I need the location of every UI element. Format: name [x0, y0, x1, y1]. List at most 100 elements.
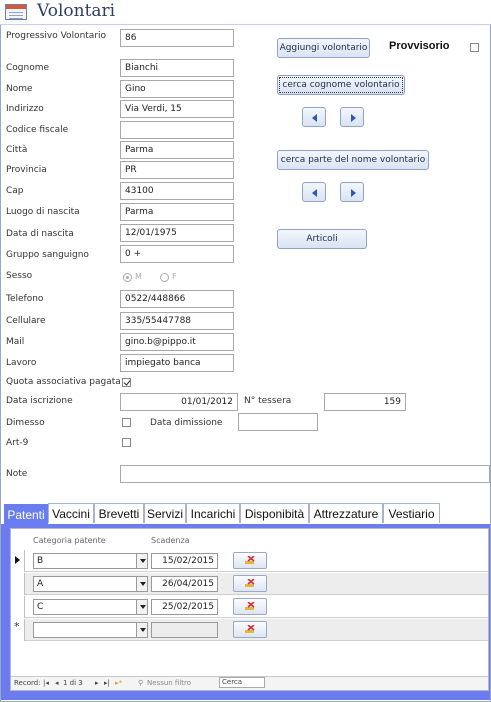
provincia-field[interactable]: PR [120, 161, 234, 179]
note-field[interactable] [120, 465, 490, 483]
current-record-icon [15, 556, 20, 564]
delete-row-button[interactable] [233, 552, 267, 569]
cellulare-field[interactable]: 335/55447788 [120, 312, 234, 330]
n-tessera-field[interactable]: 159 [324, 393, 406, 411]
citta-field[interactable]: Parma [120, 141, 234, 159]
categoria-combo[interactable]: B [33, 553, 148, 569]
new-record-icon: * [14, 620, 20, 633]
indirizzo-field[interactable]: Via Verdi, 15 [120, 100, 234, 118]
delete-icon [245, 556, 255, 564]
cerca-parte-nome-button[interactable]: cerca parte del nome volontario [277, 150, 429, 170]
label-data-iscrizione: Data iscrizione [6, 396, 73, 406]
delete-row-button[interactable] [233, 621, 267, 638]
arrow-left-icon [312, 189, 317, 197]
label-art9: Art-9 [6, 438, 29, 448]
cognome-field[interactable]: Bianchi [120, 59, 234, 77]
label-luogo-nascita: Luogo di nascita [6, 207, 80, 217]
search-input[interactable]: Cerca [219, 677, 265, 688]
tab-attrezzature[interactable]: Attrezzature [309, 503, 383, 523]
data-nascita-field[interactable]: 12/01/1975 [120, 224, 234, 242]
provvisorio-checkbox[interactable] [470, 43, 479, 52]
sesso-label-f: F [172, 272, 177, 281]
art9-checkbox[interactable] [122, 438, 131, 447]
luogo-nascita-field[interactable]: Parma [120, 203, 234, 221]
form-title: Volontari [37, 1, 116, 21]
categoria-value: C [37, 602, 44, 612]
table-row[interactable]: C 25/02/2015 [11, 596, 488, 618]
delete-row-button[interactable] [233, 575, 267, 592]
first-record-icon[interactable]: |◂ [43, 677, 49, 690]
gruppo-sanguigno-field[interactable]: 0 + [120, 245, 234, 263]
codice-fiscale-field[interactable] [120, 121, 234, 139]
nome-field[interactable]: Gino [120, 80, 234, 98]
tab-incarichi[interactable]: Incarichi [186, 503, 240, 523]
label-sesso: Sesso [6, 271, 33, 281]
scadenza-field[interactable] [151, 622, 218, 638]
tab-servizi[interactable]: Servizi [144, 503, 186, 523]
categoria-combo[interactable] [33, 622, 148, 638]
table-row[interactable]: B 15/02/2015 [11, 550, 488, 572]
cognome-prev-button[interactable] [302, 107, 326, 127]
record-selector[interactable] [11, 596, 25, 618]
cap-field[interactable]: 43100 [120, 182, 234, 200]
scadenza-field[interactable]: 26/04/2015 [151, 576, 218, 592]
sesso-radio-f[interactable] [160, 273, 169, 282]
cerca-cognome-button[interactable]: cerca cognome volontario [277, 75, 405, 95]
chevron-down-icon[interactable] [136, 554, 147, 568]
new-record-nav-icon[interactable]: ▸* [115, 677, 122, 690]
label-cap: Cap [6, 186, 24, 196]
delete-icon [245, 625, 255, 633]
lavoro-field[interactable]: impiegato banca [120, 354, 234, 372]
col-header-scadenza: Scadenza [151, 536, 190, 545]
label-quota: Quota associativa pagata [6, 377, 121, 387]
chevron-down-icon[interactable] [136, 623, 147, 637]
label-gruppo-sanguigno: Gruppo sanguigno [6, 250, 89, 260]
quota-checkbox[interactable] [122, 378, 131, 387]
data-iscrizione-field[interactable]: 01/01/2012 [120, 393, 238, 411]
categoria-combo[interactable]: C [33, 599, 148, 615]
record-selector[interactable] [11, 573, 25, 595]
telefono-field[interactable]: 0522/448866 [120, 290, 234, 308]
label-lavoro: Lavoro [6, 358, 37, 368]
tab-brevetti[interactable]: Brevetti [94, 503, 144, 523]
arrow-right-icon [351, 189, 356, 197]
categoria-combo[interactable]: A [33, 576, 148, 592]
parte-nome-next-button[interactable] [340, 182, 364, 202]
articoli-button[interactable]: Articoli [277, 229, 367, 249]
prev-record-icon[interactable]: ◂ [55, 677, 59, 690]
aggiungi-volontario-button[interactable]: Aggiungi volontario [277, 38, 370, 58]
sesso-label-m: M [135, 272, 142, 281]
dimesso-checkbox[interactable] [122, 418, 131, 427]
label-codice-fiscale: Codice fiscale [6, 125, 69, 135]
record-selector[interactable]: * [11, 619, 25, 641]
parte-nome-prev-button[interactable] [302, 182, 326, 202]
new-record-row[interactable]: * [11, 619, 488, 641]
categoria-value: B [37, 556, 44, 566]
label-nome: Nome [6, 84, 33, 94]
tab-vaccini[interactable]: Vaccini [48, 503, 94, 523]
chevron-down-icon[interactable] [136, 577, 147, 591]
mail-field[interactable]: gino.b@pippo.it [120, 333, 234, 351]
chevron-down-icon[interactable] [136, 600, 147, 614]
progressivo-field[interactable]: 86 [120, 29, 234, 47]
last-record-icon[interactable]: ▸| [104, 677, 110, 690]
scadenza-field[interactable]: 15/02/2015 [151, 553, 218, 569]
label-n-tessera: N° tessera [244, 396, 292, 406]
label-progressivo: Progressivo Volontario [6, 31, 107, 41]
next-record-icon[interactable]: ▸ [95, 677, 99, 690]
filter-status[interactable]: Nessun filtro [147, 677, 191, 690]
tab-patenti[interactable]: Patenti [4, 504, 48, 524]
delete-row-button[interactable] [233, 598, 267, 615]
data-dimissione-field[interactable] [238, 413, 318, 431]
arrow-right-icon [351, 114, 356, 122]
tab-vestiario[interactable]: Vestiario [383, 503, 440, 523]
scadenza-field[interactable]: 25/02/2015 [151, 599, 218, 615]
cognome-next-button[interactable] [340, 107, 364, 127]
label-cognome: Cognome [6, 63, 50, 73]
record-selector[interactable] [11, 550, 25, 572]
tab-disponibita[interactable]: Disponibità [240, 503, 309, 523]
record-navigation-bar: Record: |◂ ◂ 1 di 3 ▸ ▸| ▸* ⚲ Nessun fil… [11, 676, 488, 690]
record-position[interactable]: 1 di 3 [63, 677, 83, 690]
sesso-radio-m[interactable] [123, 273, 132, 282]
table-row[interactable]: A 26/04/2015 [11, 573, 488, 595]
